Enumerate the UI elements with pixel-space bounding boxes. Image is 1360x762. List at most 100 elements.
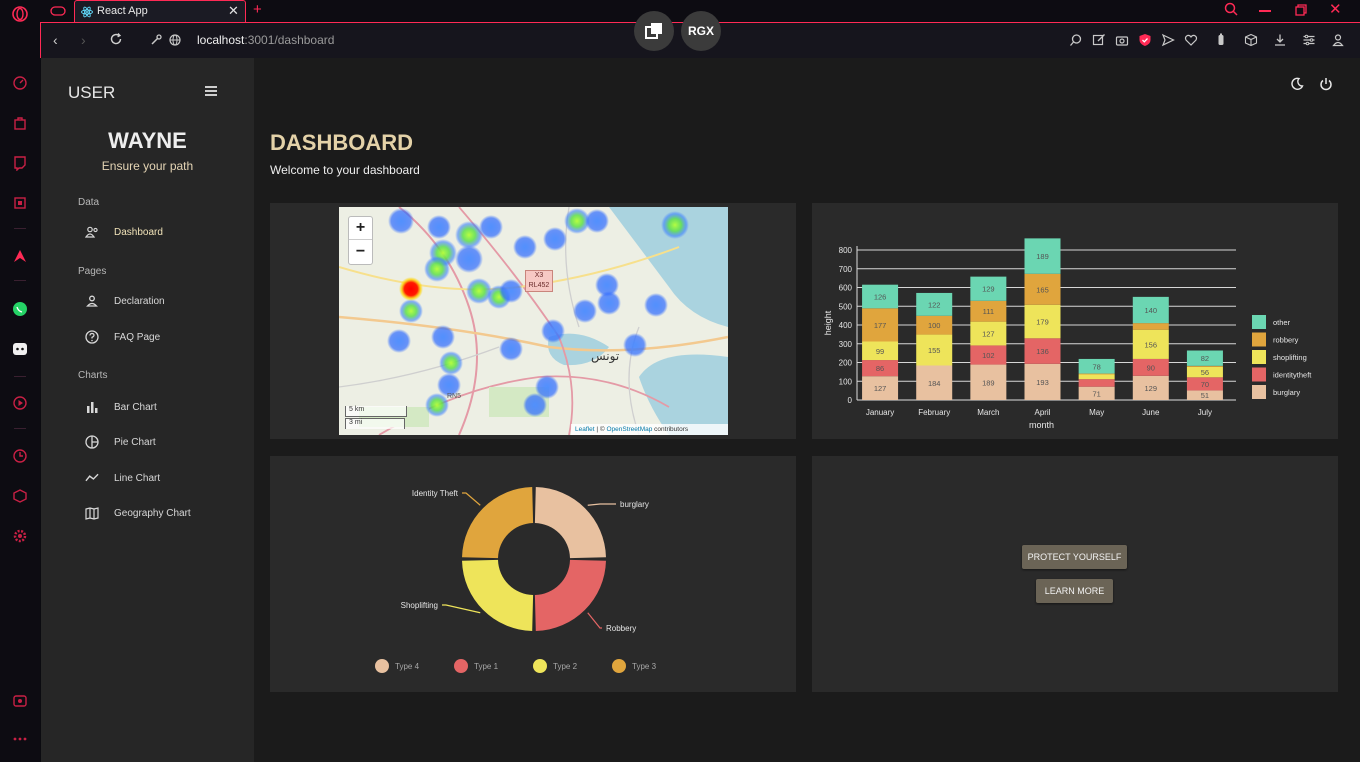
rgx-button[interactable]: RGX: [681, 11, 721, 51]
page-title: DASHBOARD: [270, 130, 413, 155]
forward-icon[interactable]: ›: [81, 32, 86, 48]
back-icon[interactable]: ‹: [53, 32, 58, 48]
more-icon[interactable]: [11, 730, 29, 748]
y-axis-label: height: [823, 310, 833, 335]
heat-layer: [387, 208, 689, 417]
globe-icon: [169, 33, 181, 46]
pie-slice: [534, 559, 606, 631]
camera-icon[interactable]: [1115, 33, 1129, 47]
settings-icon[interactable]: [11, 527, 29, 545]
speedometer-icon[interactable]: [11, 74, 29, 92]
data-label: 165: [1036, 285, 1049, 294]
player-icon[interactable]: [11, 394, 29, 412]
road-shield-line-2: RL452: [528, 282, 550, 289]
sidebar-item-line-chart[interactable]: Line Chart: [85, 468, 160, 488]
legend-label: Type 1: [474, 662, 499, 671]
twitch-icon[interactable]: [11, 154, 29, 172]
react-logo-icon: [81, 5, 93, 18]
y-tick-label: 200: [839, 359, 853, 368]
restore-button[interactable]: [1295, 3, 1307, 16]
discord-icon[interactable]: [11, 340, 29, 358]
heart-icon[interactable]: [1184, 33, 1198, 47]
minimize-button[interactable]: [1259, 10, 1271, 12]
menu-icon[interactable]: [204, 84, 220, 98]
y-tick-label: 100: [839, 377, 853, 386]
legend-label: identitytheft: [1273, 371, 1312, 380]
bar-segment: [1078, 374, 1115, 380]
pie-label-line: [462, 492, 481, 506]
sidebar-item-faq[interactable]: FAQ Page: [85, 327, 160, 347]
send-icon[interactable]: [1161, 33, 1175, 47]
sidebar-item-geography-chart[interactable]: Geography Chart: [85, 503, 191, 523]
osm-link[interactable]: OpenStreetMap: [606, 426, 652, 433]
data-label: 51: [1201, 391, 1209, 400]
bar-chart-panel: 0 100 200 300 400 500 600 700 800 127 86 99 177 126 Ja…: [812, 203, 1338, 439]
history-icon[interactable]: [11, 447, 29, 465]
browser-sidebar-rail: [0, 0, 40, 762]
download-icon[interactable]: [1273, 33, 1287, 47]
battery-saver-icon[interactable]: [1214, 32, 1228, 48]
search-page-icon[interactable]: [1069, 33, 1083, 47]
cpu-icon[interactable]: [11, 194, 29, 212]
x-tick-label: March: [977, 408, 999, 417]
data-label: 129: [1145, 384, 1158, 393]
popout-video-button[interactable]: [634, 11, 674, 51]
tab-close-icon[interactable]: ✕: [228, 3, 239, 19]
pie-slice: [534, 487, 606, 559]
aria-icon[interactable]: [11, 247, 29, 265]
easy-setup-icon[interactable]: [1302, 33, 1316, 47]
x-tick-label: January: [866, 408, 894, 417]
y-tick-label: 300: [839, 340, 853, 349]
protect-yourself-button[interactable]: PROTECT YOURSELF: [1022, 545, 1127, 569]
data-label: 129: [982, 285, 995, 294]
section-title-pages: Pages: [78, 266, 107, 277]
pie-chart-panel: burglary Robbery Shoplifting Identity Theft…: [270, 456, 796, 692]
legend-swatch: [1252, 332, 1266, 347]
sidebar-item-dashboard[interactable]: Dashboard: [85, 222, 163, 242]
cube-icon[interactable]: [11, 487, 29, 505]
sidebar-item-pie-chart[interactable]: Pie Chart: [85, 432, 156, 452]
rail-divider: [14, 280, 26, 281]
learn-more-button[interactable]: LEARN MORE: [1036, 579, 1113, 603]
page-subtitle: Welcome to your dashboard: [270, 163, 420, 177]
heatmap-map[interactable]: X3 RL452 تونس RN5 + − 5 km 3 mi Leaflet …: [339, 207, 728, 435]
data-label: 140: [1145, 306, 1158, 315]
data-label: 90: [1147, 363, 1155, 372]
legend-label: Type 2: [553, 662, 578, 671]
zoom-in-button[interactable]: +: [349, 217, 372, 240]
map-attribution: Leaflet | © OpenStreetMap contributors: [571, 424, 728, 435]
sidebar-item-declaration[interactable]: Declaration: [85, 291, 165, 311]
close-window-button[interactable]: ✕: [1329, 0, 1342, 18]
url-text[interactable]: localhost:3001/dashboard: [197, 33, 334, 47]
bag-icon[interactable]: [11, 114, 29, 132]
legend-label: Type 4: [395, 662, 420, 671]
gamepad-icon[interactable]: [50, 4, 66, 18]
reload-icon[interactable]: [109, 32, 123, 46]
cube-icon[interactable]: [1244, 33, 1258, 47]
pie-slice: [462, 487, 534, 559]
site-settings-icon[interactable]: [150, 33, 162, 45]
dark-mode-icon[interactable]: [1290, 77, 1306, 93]
road-shield: X3 RL452: [525, 270, 553, 292]
sidebar-item-label: Line Chart: [114, 472, 161, 484]
help-icon: [85, 330, 99, 344]
whatsapp-icon[interactable]: [11, 300, 29, 318]
gx-profile-icon[interactable]: [11, 692, 29, 710]
leaflet-link[interactable]: Leaflet: [575, 426, 595, 433]
shield-icon[interactable]: [1138, 33, 1152, 47]
x-tick-label: May: [1089, 408, 1104, 417]
tab-react-app[interactable]: React App ✕: [74, 0, 246, 22]
account-icon[interactable]: [1331, 33, 1345, 47]
search-tabs-icon[interactable]: [1223, 1, 1239, 17]
new-tab-button[interactable]: +: [253, 1, 262, 18]
sidebar-item-label: Pie Chart: [114, 436, 156, 448]
legend-swatch: [1252, 367, 1266, 382]
edit-icon[interactable]: [1092, 33, 1106, 47]
opera-logo-icon[interactable]: [11, 5, 29, 23]
zoom-out-button[interactable]: −: [349, 241, 372, 264]
legend-label: burglary: [1273, 388, 1300, 397]
power-icon[interactable]: [1319, 77, 1335, 93]
data-label: 189: [1036, 252, 1049, 261]
sidebar-item-bar-chart[interactable]: Bar Chart: [85, 397, 157, 417]
sidebar-item-label: FAQ Page: [114, 331, 161, 343]
